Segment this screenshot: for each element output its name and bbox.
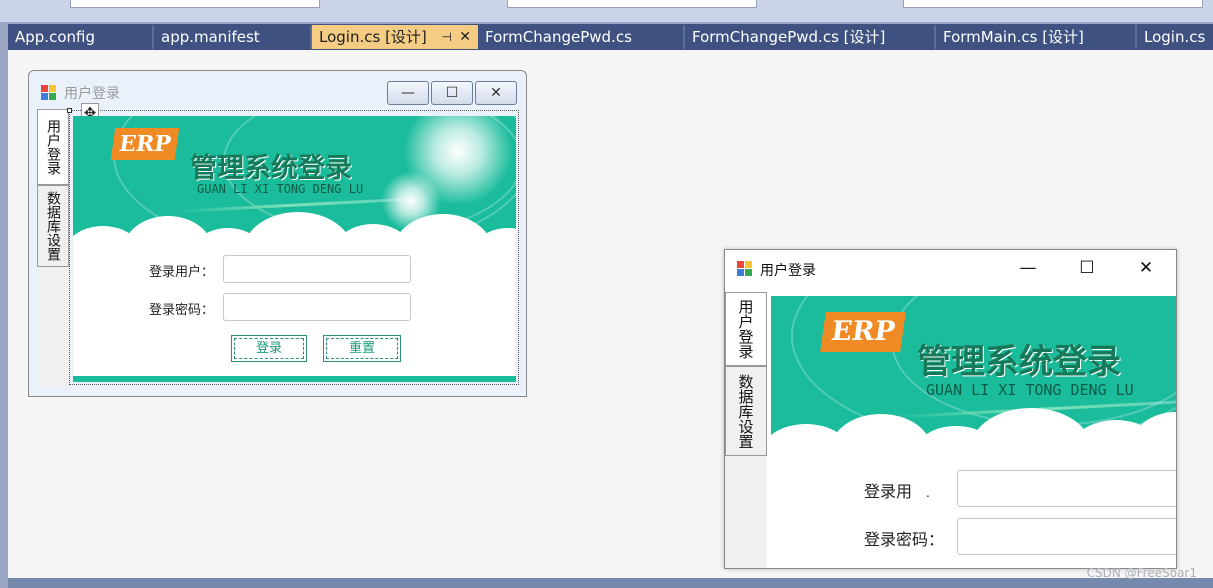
erp-logo: ERP bbox=[820, 312, 906, 352]
reset-button[interactable]: 重置 bbox=[323, 335, 401, 362]
user-label: 登录用户： bbox=[149, 265, 215, 280]
tab-formchangepwd-designer[interactable]: FormChangePwd.cs [设计] bbox=[685, 25, 936, 49]
tab-formmain-designer[interactable]: FormMain.cs [设计] bbox=[936, 25, 1137, 49]
side-tab-control: 用户登录 数据库设置 bbox=[37, 109, 69, 387]
minimize-icon: — bbox=[401, 85, 415, 101]
side-tab-user-login[interactable]: 用户登录 bbox=[725, 292, 767, 366]
password-input[interactable] bbox=[223, 293, 411, 321]
password-input[interactable] bbox=[957, 518, 1176, 555]
resize-handle[interactable] bbox=[67, 108, 72, 113]
password-label: 登录密码： bbox=[864, 530, 945, 549]
app-icon bbox=[41, 85, 57, 101]
ide-left-edge bbox=[0, 24, 8, 588]
login-banner: ERP 管理系统登录 GUAN LI XI TONG DENG LU bbox=[771, 296, 1176, 448]
maximize-button[interactable]: ☐ bbox=[1072, 256, 1102, 280]
close-tab-icon[interactable]: ✕ bbox=[459, 25, 471, 49]
tab-login-cs[interactable]: Login.cs bbox=[1137, 25, 1213, 49]
side-tab-db-settings[interactable]: 数据库设置 bbox=[37, 185, 69, 267]
watermark: CSDN @FreeSoar1 bbox=[1086, 566, 1197, 580]
minimize-button[interactable]: — bbox=[1013, 256, 1043, 280]
tab-formchangepwd-cs[interactable]: FormChangePwd.cs bbox=[478, 25, 685, 49]
document-tab-strip: App.config app.manifest Login.cs [设计] ⊣ … bbox=[8, 24, 1213, 50]
app-icon bbox=[737, 261, 753, 277]
username-input[interactable] bbox=[957, 470, 1176, 507]
window-title: 用户登录 bbox=[760, 263, 816, 279]
toolbar-combo-1[interactable] bbox=[70, 0, 320, 8]
close-button[interactable]: ✕ bbox=[475, 81, 517, 105]
tab-app-manifest[interactable]: app.manifest bbox=[154, 25, 312, 49]
tab-app-config[interactable]: App.config bbox=[8, 25, 154, 49]
designer-login-form[interactable]: 用户登录 — ☐ ✕ 用户登录 数据库设置 ✥ ERP 管理系统登录 GUAN … bbox=[28, 70, 527, 397]
side-tab-user-login[interactable]: 用户登录 bbox=[37, 109, 69, 185]
minimize-button[interactable]: — bbox=[387, 81, 429, 105]
form-title: 用户登录 bbox=[64, 86, 120, 102]
close-icon: ✕ bbox=[490, 85, 502, 101]
toolbar-combo-3[interactable] bbox=[903, 0, 1203, 8]
banner-subtitle: GUAN LI XI TONG DENG LU bbox=[926, 381, 1134, 399]
runtime-login-window[interactable]: 用户登录 — ☐ ✕ 用户登录 数据库设置 ERP 管理系统登录 GUAN LI… bbox=[724, 249, 1177, 569]
ide-bottom-edge bbox=[8, 578, 1213, 588]
side-tab-db-settings[interactable]: 数据库设置 bbox=[725, 366, 767, 456]
login-banner: ERP 管理系统登录 GUAN LI XI TONG DENG LU bbox=[73, 116, 516, 251]
toolbar-combo-2[interactable] bbox=[507, 0, 757, 8]
close-button[interactable]: ✕ bbox=[1131, 256, 1161, 280]
close-icon: ✕ bbox=[1138, 258, 1154, 278]
banner-title: 管理系统登录 bbox=[190, 153, 352, 184]
pin-icon[interactable]: ⊣ bbox=[442, 25, 452, 49]
login-button[interactable]: 登录 bbox=[231, 335, 307, 362]
side-tab-control: 用户登录 数据库设置 bbox=[725, 292, 767, 568]
maximize-icon: ☐ bbox=[1079, 258, 1095, 278]
maximize-button[interactable]: ☐ bbox=[431, 81, 473, 105]
ide-toolbar bbox=[0, 0, 1213, 24]
tab-login-designer[interactable]: Login.cs [设计] ⊣ ✕ bbox=[312, 25, 478, 49]
minimize-icon: — bbox=[1019, 258, 1037, 278]
banner-title: 管理系统登录 bbox=[917, 342, 1121, 382]
user-label: 登录用. bbox=[864, 482, 930, 501]
username-input[interactable] bbox=[223, 255, 411, 283]
maximize-icon: ☐ bbox=[445, 85, 459, 101]
password-label: 登录密码： bbox=[149, 303, 215, 318]
banner-subtitle: GUAN LI XI TONG DENG LU bbox=[197, 182, 364, 196]
erp-logo: ERP bbox=[110, 128, 180, 160]
form-footer-strip bbox=[73, 376, 516, 382]
